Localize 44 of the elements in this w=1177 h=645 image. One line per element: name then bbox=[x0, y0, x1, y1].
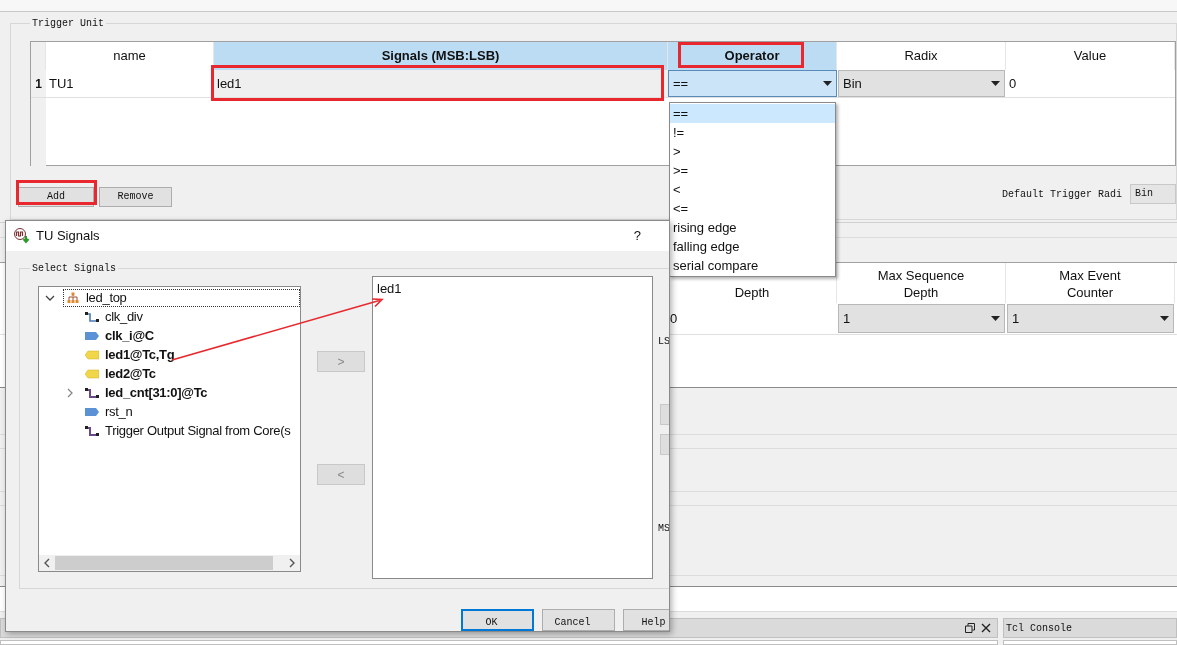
menu-item[interactable]: != bbox=[670, 123, 835, 142]
dialog-button[interactable]: OK bbox=[461, 609, 534, 631]
radix-select[interactable]: Bin bbox=[838, 70, 1005, 97]
group-title: Trigger Unit bbox=[31, 17, 105, 31]
table-cell-text: 0 bbox=[670, 309, 678, 328]
table-cell[interactable]: 0 bbox=[1006, 70, 1175, 97]
menu-item[interactable]: serial compare bbox=[670, 256, 835, 275]
menu-item[interactable]: > bbox=[670, 142, 835, 161]
tree-item[interactable]: led1@Tc,Tg bbox=[105, 344, 175, 365]
dialog-title: TU Signals bbox=[36, 227, 100, 246]
panel-title: Tcl Console bbox=[1006, 621, 1072, 636]
tree-item[interactable]: led_cnt[31:0]@Tc bbox=[105, 382, 208, 403]
tree-item[interactable]: led_top bbox=[86, 287, 127, 308]
menu-item[interactable]: falling edge bbox=[670, 237, 835, 256]
column-header[interactable]: Max Sequence Depth bbox=[866, 267, 976, 301]
list-item[interactable]: led1 bbox=[377, 280, 648, 297]
side-label: LS bbox=[658, 335, 669, 349]
radix-select[interactable]: Bin bbox=[1130, 184, 1176, 205]
tree-item[interactable]: Trigger Output Signal from Core(s bbox=[105, 420, 291, 441]
row-number: 1 bbox=[31, 70, 46, 97]
dialog-button[interactable]: Cancel bbox=[542, 609, 615, 631]
tree-item[interactable]: clk_i@C bbox=[105, 325, 154, 346]
value-select[interactable]: 1 bbox=[1007, 304, 1174, 333]
column-header[interactable]: Depth bbox=[734, 284, 770, 301]
action-button[interactable]: Remove bbox=[99, 186, 172, 207]
column-header[interactable]: Operator bbox=[668, 42, 837, 70]
table-cell-text: TU1 bbox=[48, 74, 75, 93]
menu-item[interactable]: == bbox=[670, 104, 835, 123]
operator-select[interactable]: == bbox=[668, 70, 837, 97]
default-radix-label: Default Trigger Radi bbox=[1001, 187, 1122, 202]
tree-item[interactable]: clk_div bbox=[105, 306, 143, 327]
group-title: Select Signals bbox=[31, 262, 117, 276]
column-header[interactable]: Signals (MSB:LSB) bbox=[214, 42, 668, 70]
column-header[interactable]: Max Event Counter bbox=[1035, 267, 1145, 301]
tree-item[interactable]: led2@Tc bbox=[105, 363, 156, 384]
tree-item[interactable]: rst_n bbox=[105, 401, 133, 422]
help-button[interactable]: ? bbox=[633, 226, 641, 246]
menu-item[interactable]: <= bbox=[670, 199, 835, 218]
menu-item[interactable]: < bbox=[670, 180, 835, 199]
menu-item[interactable]: rising edge bbox=[670, 218, 835, 237]
value-select[interactable]: 1 bbox=[838, 304, 1005, 333]
menu-item[interactable]: >= bbox=[670, 161, 835, 180]
dialog-button[interactable]: Help bbox=[623, 609, 669, 631]
side-label: MS bbox=[658, 522, 669, 536]
